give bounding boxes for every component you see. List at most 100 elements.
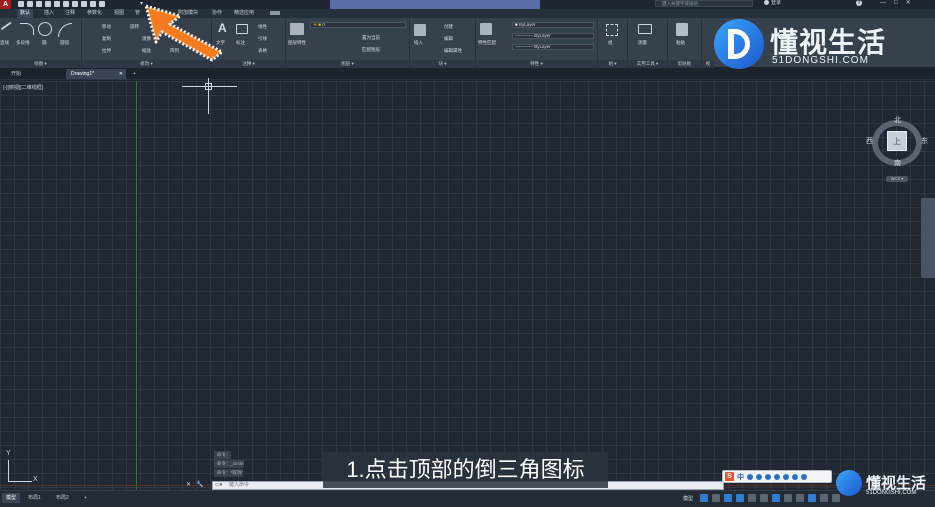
panel-block-title[interactable]: 块 ▾: [410, 60, 475, 68]
ime-keyboard-icon[interactable]: [783, 473, 789, 480]
group-icon[interactable]: [606, 24, 618, 36]
drawing-canvas[interactable]: [0, 81, 935, 490]
tab-featured-apps[interactable]: 精选应用: [234, 9, 254, 18]
ime-grid-icon[interactable]: [801, 473, 807, 480]
paste-icon[interactable]: [676, 23, 688, 36]
viewcube-top-face[interactable]: 上: [887, 131, 907, 151]
otrack-icon[interactable]: [760, 494, 768, 502]
table-tool[interactable]: 表格: [258, 48, 267, 54]
wcs-menu-button[interactable]: WCS ▾: [886, 176, 908, 182]
help-icon[interactable]: ?: [856, 0, 862, 6]
edit-block-tool[interactable]: 编辑: [444, 36, 453, 42]
tab-view[interactable]: 视图: [114, 9, 124, 18]
lineweight-dropdown[interactable]: ———— ByLayer: [512, 44, 594, 50]
close-button[interactable]: ✕: [906, 0, 911, 7]
rotate-tool[interactable]: 旋转: [130, 24, 139, 30]
ortho-icon[interactable]: [724, 494, 732, 502]
panel-layers-title[interactable]: 图层 ▾: [286, 60, 409, 68]
command-close-icon[interactable]: ✕: [186, 481, 191, 490]
compass-west[interactable]: 西: [866, 136, 873, 146]
edit-attributes-tool[interactable]: 编辑属性: [444, 48, 462, 54]
ime-mic-icon[interactable]: [774, 473, 780, 480]
tab-parametric[interactable]: 参数化: [87, 9, 102, 18]
annotation-scale-icon[interactable]: [808, 494, 816, 502]
undo-icon[interactable]: [90, 1, 96, 7]
tab-annotate[interactable]: 注释: [65, 9, 75, 18]
create-block-tool[interactable]: 创建: [444, 24, 453, 30]
file-tab-drawing1[interactable]: Drawing1* ✕: [66, 69, 126, 79]
layer-properties-icon[interactable]: [290, 23, 304, 35]
linetype-dropdown[interactable]: ———— ByLayer: [512, 33, 594, 39]
web-save-icon[interactable]: [63, 1, 69, 7]
ime-logo-icon[interactable]: S: [725, 472, 734, 481]
navigation-bar[interactable]: [921, 198, 935, 278]
lineweight-icon[interactable]: [772, 494, 780, 502]
layer-dropdown[interactable]: ☀ ■ 0: [310, 22, 406, 28]
workspace-gear-icon[interactable]: [820, 494, 828, 502]
snap-icon[interactable]: [712, 494, 720, 502]
new-file-icon[interactable]: [18, 1, 24, 7]
panel-utilities-title[interactable]: 实用工具 ▾: [628, 60, 667, 68]
save-icon[interactable]: [36, 1, 42, 7]
redo-icon[interactable]: [99, 1, 105, 7]
file-tab-close-icon[interactable]: ✕: [119, 69, 123, 79]
osnap-icon[interactable]: [748, 494, 756, 502]
compass-south[interactable]: 南: [894, 158, 901, 168]
save-as-icon[interactable]: [45, 1, 51, 7]
linear-tool[interactable]: 线性: [258, 24, 267, 30]
polyline-icon[interactable]: [20, 23, 34, 35]
measure-icon[interactable]: [638, 24, 652, 34]
copy-tool[interactable]: 复制: [102, 36, 111, 42]
web-open-icon[interactable]: [54, 1, 60, 7]
viewcube[interactable]: 上 北 南 东 西: [866, 115, 930, 168]
login-button[interactable]: 登录: [764, 0, 781, 7]
insert-block-icon[interactable]: [414, 24, 426, 36]
stretch-tool[interactable]: 拉伸: [102, 48, 111, 54]
ime-language-toggle[interactable]: 中: [737, 472, 744, 482]
panel-clipboard-title[interactable]: 剪贴板: [668, 60, 701, 68]
minimize-button[interactable]: —: [880, 0, 886, 7]
match-properties-icon[interactable]: [480, 23, 492, 35]
layout-tab-layout1[interactable]: 布局1: [24, 493, 45, 503]
tab-insert[interactable]: 插入: [44, 9, 54, 18]
dimension-icon[interactable]: [236, 24, 248, 34]
grid-icon[interactable]: [700, 494, 708, 502]
command-recent-icon[interactable]: ▭▾: [215, 482, 222, 489]
transparency-icon[interactable]: [784, 494, 792, 502]
move-tool[interactable]: 移动: [102, 24, 111, 30]
tab-home[interactable]: 默认: [17, 9, 34, 18]
compass-east[interactable]: 东: [921, 136, 928, 146]
plot-icon[interactable]: [81, 1, 87, 7]
panel-properties-title[interactable]: 特性 ▾: [476, 60, 597, 68]
ime-punct-icon[interactable]: [756, 473, 762, 480]
print-icon[interactable]: [72, 1, 78, 7]
arc-icon[interactable]: [58, 23, 72, 37]
match-layer-tool[interactable]: 匹配图层: [362, 47, 380, 53]
polar-icon[interactable]: [736, 494, 744, 502]
file-tab-start[interactable]: 开始: [6, 69, 26, 79]
add-layout-button[interactable]: +: [80, 493, 91, 503]
app-logo-button[interactable]: A: [0, 0, 11, 9]
tab-overflow-icon[interactable]: [270, 11, 280, 15]
help-search-input[interactable]: 键入关键字或短语: [655, 0, 753, 7]
viewport-controls-label[interactable]: [-][俯视][二维线框]: [3, 84, 43, 91]
panel-groups-title[interactable]: 组 ▾: [598, 60, 627, 68]
color-dropdown[interactable]: ■ ByLayer: [512, 22, 594, 28]
model-space-toggle[interactable]: 模型: [683, 495, 693, 502]
ime-shirt-icon[interactable]: [792, 473, 798, 480]
leader-tool[interactable]: 引线: [258, 36, 267, 42]
ime-moon-icon[interactable]: [747, 473, 753, 480]
make-current-tool[interactable]: 置为当前: [362, 35, 380, 41]
layout-tab-model[interactable]: 模型: [2, 493, 21, 503]
open-file-icon[interactable]: [27, 1, 33, 7]
compass-north[interactable]: 北: [894, 115, 901, 125]
panel-draw-title[interactable]: 绘图 ▾: [0, 60, 81, 68]
maximize-button[interactable]: □: [894, 0, 898, 7]
command-customize-icon[interactable]: 🔧: [196, 481, 203, 490]
layout-tab-layout2[interactable]: 布局2: [52, 493, 73, 503]
new-tab-button[interactable]: +: [128, 69, 141, 79]
circle-icon[interactable]: [38, 22, 52, 36]
ime-emoji-icon[interactable]: [765, 473, 771, 480]
line-icon[interactable]: [0, 21, 18, 39]
selection-cycling-icon[interactable]: [796, 494, 804, 502]
